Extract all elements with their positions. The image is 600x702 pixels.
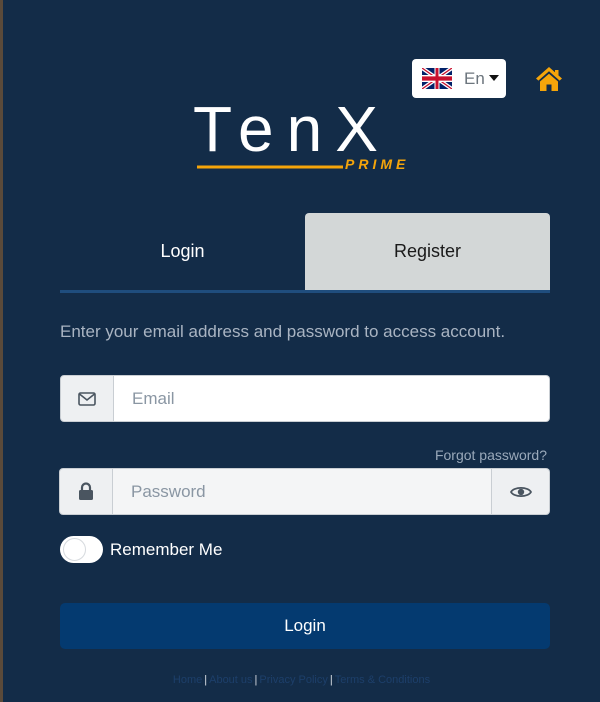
footer-link-privacy[interactable]: Privacy Policy xyxy=(259,674,327,686)
footer-separator: | xyxy=(329,674,333,686)
brand-logo: TenX PRIME xyxy=(193,95,409,172)
eye-icon xyxy=(509,486,532,497)
footer-separator: | xyxy=(204,674,208,686)
show-password-button[interactable] xyxy=(492,468,550,515)
lock-icon xyxy=(79,482,93,500)
language-label: En xyxy=(464,68,485,88)
password-input[interactable] xyxy=(113,468,492,515)
tab-login[interactable]: Login xyxy=(60,213,305,293)
caret-down-icon xyxy=(488,74,499,81)
remember-me-toggle[interactable] xyxy=(60,536,103,563)
tab-register[interactable]: Register xyxy=(305,213,550,293)
toggle-knob xyxy=(63,538,86,561)
home-icon[interactable] xyxy=(535,66,563,92)
auth-tabs: Login Register xyxy=(60,213,550,293)
brand-tagline: PRIME xyxy=(345,156,409,172)
footer-link-terms[interactable]: Terms & Conditions xyxy=(335,674,430,686)
footer-link-home[interactable]: Home xyxy=(173,674,202,686)
password-addon xyxy=(59,468,113,515)
footer-links: Home | About us | Privacy Policy | Terms & Con… xyxy=(3,674,600,686)
brand-name: TenX xyxy=(193,95,391,165)
footer-link-about[interactable]: About us xyxy=(209,674,252,686)
remember-me-row: Remember Me xyxy=(60,536,222,563)
tab-login-label: Login xyxy=(160,241,205,261)
email-input-group xyxy=(60,375,550,422)
tab-register-label: Register xyxy=(393,241,462,261)
password-input-group xyxy=(59,468,550,515)
forgot-password-link[interactable]: Forgot password? xyxy=(435,447,547,463)
footer-separator: | xyxy=(254,674,258,686)
envelope-icon xyxy=(78,391,96,406)
login-panel: En TenX PRIME Login Register Enter your … xyxy=(3,0,600,702)
login-instructions: Enter your email address and password to… xyxy=(60,322,506,341)
login-button[interactable]: Login xyxy=(60,603,550,649)
email-addon xyxy=(60,375,114,422)
email-input[interactable] xyxy=(114,375,550,422)
login-button-label: Login xyxy=(284,616,326,635)
language-selector[interactable]: En xyxy=(412,59,506,98)
remember-me-label: Remember Me xyxy=(110,539,223,559)
uk-flag-icon xyxy=(422,68,452,89)
